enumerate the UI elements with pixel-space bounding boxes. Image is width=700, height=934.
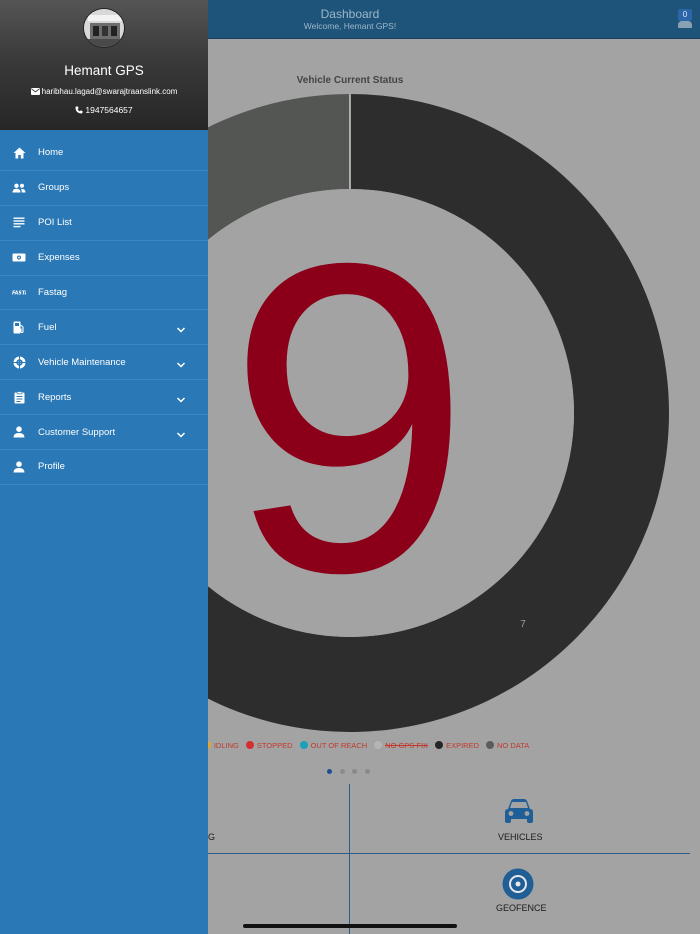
legend-swatch [245,741,254,749]
chevron-down-icon[interactable] [176,427,186,438]
legend-item[interactable]: NO DATA [486,741,529,750]
phone-icon [75,106,83,114]
user-name: Hemant GPS [64,63,144,78]
fuel-icon [12,320,26,334]
legend-label: NO GPS FIX [385,740,429,750]
chevron-down-icon[interactable] [176,392,186,403]
legend-swatch [435,741,444,749]
person-icon [12,460,26,474]
chart-center-count: 9 [227,173,472,664]
drawer-item-home[interactable]: Home [0,136,208,171]
legend-swatch [486,741,494,749]
drawer-item-label: Expenses [38,252,80,264]
user-phone-row: 1947564657 [0,105,208,115]
chart-legend: GIDLINGSTOPPEDOUT OF REACHNO GPS FIXEXPI… [190,739,536,751]
legend-label: STOPPED [256,740,293,750]
pager-dot[interactable] [364,769,370,774]
drawer-item-groups[interactable]: Groups [0,171,208,206]
tile-label-partial[interactable]: G [208,832,215,842]
drawer-item-label: Customer Support [38,426,116,438]
email-icon [30,88,40,95]
drawer-item-label: Profile [38,461,65,473]
legend-swatch [374,741,383,749]
user-phone: 1947564657 [85,105,133,115]
vehicles-tile-label[interactable]: VEHICLES [498,832,543,842]
tile-divider-horizontal [208,853,690,854]
drawer-item-customer-support[interactable]: Customer Support [0,415,208,451]
user-email: haribhau.lagad@swarajtraanslink.com [41,87,178,96]
drawer-menu: Home Groups POI List Expenses FASTag Fastag Fu… [0,136,208,485]
user-email-row: haribhau.lagad@swarajtraanslink.com [0,87,208,96]
legend-item[interactable]: STOPPED [245,740,293,750]
chart-data-label: 7 [520,619,526,630]
person-icon [12,425,26,439]
chevron-down-icon[interactable] [176,322,186,333]
home-icon [12,146,26,160]
legend-label: EXPIRED [446,740,479,750]
drawer-item-fastag[interactable]: FASTag Fastag [0,276,208,311]
drawer-item-reports[interactable]: Reports [0,380,208,416]
pager-dot-active[interactable] [327,769,332,774]
legend-label: IDLING [213,740,239,750]
chevron-down-icon[interactable] [176,357,186,368]
drawer-item-vehicle-maintenance[interactable]: Vehicle Maintenance [0,345,208,381]
clipboard-icon [12,390,26,404]
legend-label: OUT OF REACH [310,740,368,750]
drawer-item-poi-list[interactable]: POI List [0,206,208,241]
car-icon[interactable] [502,797,536,825]
pager-dot[interactable] [339,769,345,774]
legend-item[interactable]: IDLING [202,740,239,750]
legend-label: NO DATA [497,740,530,750]
wheel-icon [12,355,26,369]
drawer-item-fuel[interactable]: Fuel [0,310,208,346]
geofence-tile-label[interactable]: GEOFENCE [496,903,547,913]
geofence-icon[interactable] [502,868,534,900]
legend-item[interactable]: EXPIRED [435,741,479,750]
drawer-item-label: Home [38,147,64,159]
carousel-pager [327,769,377,774]
list-icon [12,216,26,230]
drawer-profile-header: Hemant GPS haribhau.lagad@swarajtraansli… [0,0,208,130]
legend-item[interactable]: OUT OF REACH [299,740,368,750]
drawer-item-label: Reports [38,391,72,403]
drawer-item-label: POI List [38,217,72,229]
drawer-item-label: Groups [38,182,70,194]
drawer-item-label: Fuel [38,321,57,333]
drawer-item-profile[interactable]: Profile [0,450,208,485]
home-indicator [243,924,457,928]
drawer-item-label: Fastag [38,287,68,298]
fastag-icon: FASTag [12,286,26,300]
drawer-item-label: Vehicle Maintenance [38,356,126,368]
money-icon [12,251,26,265]
pager-dot[interactable] [352,769,357,774]
drawer-item-expenses[interactable]: Expenses [0,241,208,276]
legend-item[interactable]: NO GPS FIX [374,741,428,750]
svg-text:FASTag: FASTag [12,291,26,296]
groups-icon [12,181,26,195]
avatar[interactable] [83,8,125,48]
legend-swatch [299,741,308,749]
tile-divider-vertical [349,784,350,934]
navigation-drawer: Hemant GPS haribhau.lagad@swarajtraansli… [0,0,208,934]
